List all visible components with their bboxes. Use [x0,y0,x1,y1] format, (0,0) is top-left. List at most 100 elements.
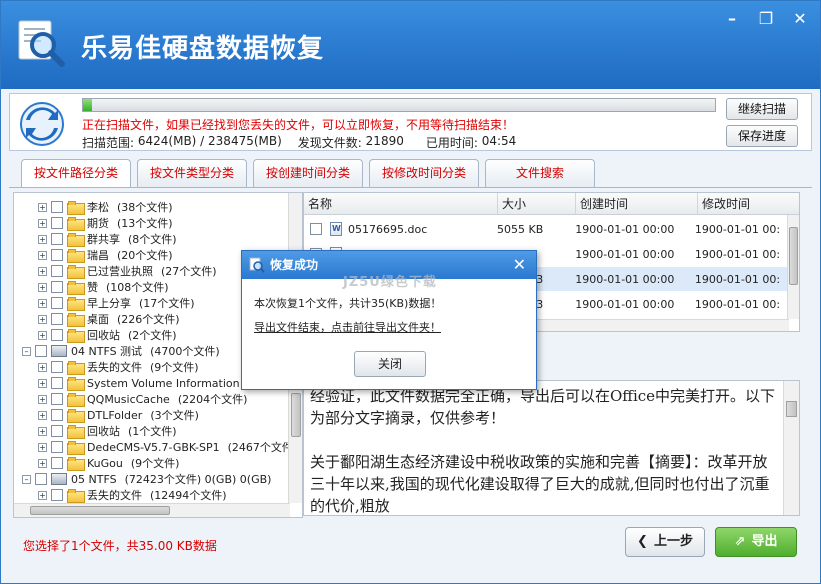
tree-horizontal-scrollbar[interactable] [14,503,290,517]
tree-row[interactable]: + System Volume Information [38,375,248,391]
tree-checkbox[interactable] [51,393,63,405]
tree-row[interactable]: + QQMusicCache (2204个文件) [38,391,247,407]
tree-row[interactable]: + 回收站 (1个文件) [38,423,177,439]
tree-item-count: (9个文件) [130,457,180,470]
tree-checkbox[interactable] [51,377,63,389]
category-tabs: 按文件路径分类 按文件类型分类 按创建时间分类 按修改时间分类 文件搜索 [21,159,595,188]
tree-item-name: 05 NTFS [71,472,117,486]
file-list-vertical-scrollbar[interactable] [787,215,799,319]
found-files-value: 21890 [365,134,404,148]
tab-by-modified[interactable]: 按修改时间分类 [369,159,479,187]
expand-icon[interactable]: + [38,458,47,468]
expand-icon[interactable]: + [38,490,47,500]
tree-row[interactable]: + 桌面 (226个文件) [38,311,180,327]
dialog-close-button[interactable]: 关闭 [354,351,426,377]
tree-checkbox[interactable] [51,489,63,501]
expand-icon[interactable]: + [38,218,47,228]
save-progress-button[interactable]: 保存进度 [726,125,798,147]
expand-icon[interactable]: + [38,298,47,308]
tree-row[interactable]: – 04 NTFS 测试 (4700个文件) [22,343,220,359]
tree-row[interactable]: + 丢失的文件 (9个文件) [38,359,199,375]
expand-icon[interactable]: + [38,394,47,404]
tree-row[interactable]: + 赞 (108个文件) [38,279,169,295]
expand-icon[interactable]: + [38,266,47,276]
export-button[interactable]: ⇗ 导出 [715,527,797,557]
tree-row[interactable]: + KuGou (9个文件) [38,455,179,471]
preview-scrollbar[interactable] [783,381,799,515]
expand-icon[interactable]: + [38,362,47,372]
tree-hscroll-thumb[interactable] [30,506,170,515]
file-size: 5055 KB [496,222,544,236]
close-icon[interactable]: ✕ [788,9,812,29]
restore-icon[interactable]: ❐ [754,9,778,29]
previous-step-button[interactable]: ❮ 上一步 [625,527,705,557]
expand-icon[interactable]: + [38,442,47,452]
scan-progress-bar [82,98,716,112]
tree-checkbox[interactable] [51,361,63,373]
tree-checkbox[interactable] [51,441,63,453]
file-list-scroll-thumb[interactable] [789,227,798,285]
expand-icon[interactable]: + [38,234,47,244]
tree-row[interactable]: + 丢失的文件 (12494个文件) [38,487,227,503]
open-export-folder-link[interactable]: 导出文件结束，点击前往导出文件夹！ [254,319,441,335]
tree-item-name: 丢失的文件 [87,489,142,502]
tree-row[interactable]: – 05 NTFS (72423个文件) 0(GB) 0(GB) [22,471,271,487]
table-row[interactable]: 05176695.doc 5055 KB 1900-01-01 00:00 1900-… [304,217,789,241]
collapse-icon[interactable]: – [22,346,31,356]
tree-row[interactable]: + 李松 (38个文件) [38,199,173,215]
expand-icon[interactable]: + [38,410,47,420]
tree-checkbox[interactable] [51,297,63,309]
column-name[interactable]: 名称 [304,193,498,215]
tree-row[interactable]: + 早上分享 (17个文件) [38,295,195,311]
tree-checkbox[interactable] [35,345,47,357]
tree-row[interactable]: + DedeCMS-V5.7-GBK-SP1 (2467个文件) [38,439,297,455]
tab-by-created[interactable]: 按创建时间分类 [253,159,363,187]
tree-row[interactable]: + 瑞昌 (20个文件) [38,247,173,263]
expand-icon[interactable]: + [38,282,47,292]
dialog-close-icon[interactable]: ✕ [513,253,526,277]
tree-checkbox[interactable] [51,265,63,277]
tree-checkbox[interactable] [51,329,63,341]
tree-row[interactable]: + 群共享 (8个文件) [38,231,177,247]
tree-checkbox[interactable] [51,313,63,325]
tree-row[interactable]: + 回收站 (2个文件) [38,327,177,343]
tree-row[interactable]: + 已过营业执照 (27个文件) [38,263,217,279]
tree-row[interactable]: + DTLFolder (3个文件) [38,407,199,423]
column-modified[interactable]: 修改时间 [698,193,799,215]
app-title: 乐易佳硬盘数据恢复 [81,34,325,64]
minimize-icon[interactable]: – [720,9,744,29]
expand-icon[interactable]: + [38,330,47,340]
tree-checkbox[interactable] [51,233,63,245]
file-checkbox[interactable] [310,223,322,235]
folder-icon [67,409,85,423]
expand-icon[interactable]: + [38,378,47,388]
tree-checkbox[interactable] [51,425,63,437]
folder-icon [67,201,85,215]
tree-checkbox[interactable] [51,249,63,261]
tree-item-name: DedeCMS-V5.7-GBK-SP1 [87,440,220,454]
tab-by-path[interactable]: 按文件路径分类 [21,159,131,188]
tree-scroll-thumb[interactable] [291,393,301,437]
tree-checkbox[interactable] [51,457,63,469]
folder-icon [67,329,85,343]
tree-checkbox[interactable] [51,409,63,421]
tree-row[interactable]: + 期货 (13个文件) [38,215,173,231]
collapse-icon[interactable]: – [22,474,31,484]
expand-icon[interactable]: + [38,426,47,436]
tree-checkbox[interactable] [51,201,63,213]
tree-item-count: (20个文件) [117,249,173,262]
tab-by-type[interactable]: 按文件类型分类 [137,159,247,187]
column-created[interactable]: 创建时间 [576,193,698,215]
continue-scan-button[interactable]: 继续扫描 [726,98,798,120]
preview-scroll-thumb[interactable] [786,401,797,417]
tree-item-count: (12494个文件) [150,489,227,502]
column-size[interactable]: 大小 [498,193,576,215]
tree-checkbox[interactable] [51,217,63,229]
expand-icon[interactable]: + [38,202,47,212]
tree-checkbox[interactable] [51,281,63,293]
expand-icon[interactable]: + [38,314,47,324]
previous-step-label: 上一步 [653,534,693,549]
expand-icon[interactable]: + [38,250,47,260]
tree-checkbox[interactable] [35,473,47,485]
tab-file-search[interactable]: 文件搜索 [485,159,595,187]
